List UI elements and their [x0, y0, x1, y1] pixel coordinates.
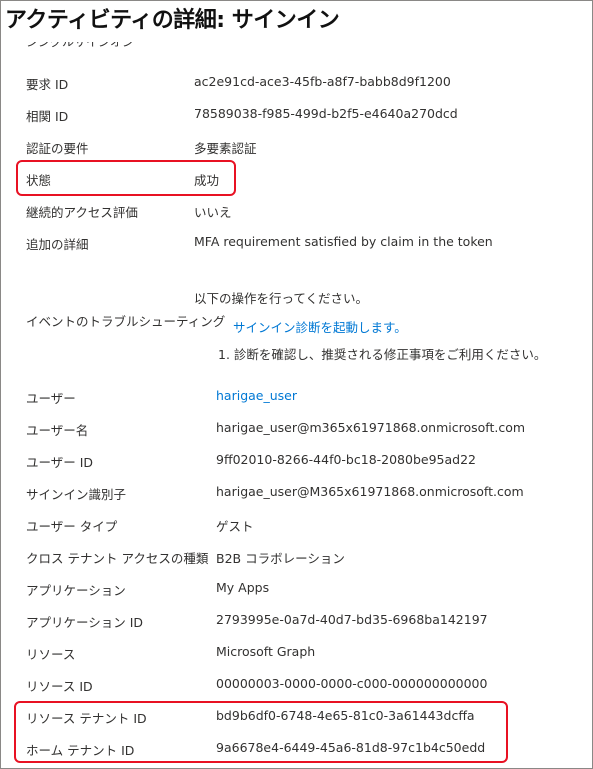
- row-label: リソース ID: [26, 679, 93, 694]
- troubleshooting-step: 1. 診断を確認し、推奨される修正事項をご利用ください。: [218, 347, 547, 362]
- row-value: いいえ: [194, 205, 232, 220]
- row-label: 状態: [26, 173, 52, 188]
- row-label: ホーム テナント ID: [26, 743, 135, 758]
- row-label: ユーザー タイプ: [26, 519, 118, 534]
- row-label: ユーザー ID: [26, 455, 94, 470]
- row-value: 多要素認証: [194, 141, 257, 156]
- user-link[interactable]: harigae_user: [216, 388, 297, 403]
- row-label: 継続的アクセス評価: [26, 205, 138, 220]
- row-label: 要求 ID: [26, 77, 69, 92]
- troubleshooting-section: イベントのトラブルシューティング 以下の操作を行ってください。 サインイン診断を…: [0, 280, 593, 370]
- row-value: Microsoft Graph: [216, 644, 316, 659]
- detail-row-correlation-id: 相関 ID 78589038-f985-499d-b2f5-e4640a270d…: [0, 103, 593, 127]
- row-label: ユーザー: [26, 391, 76, 406]
- detail-row-request-id: 要求 ID ac2e91cd-ace3-45fb-a8f7-babb8d9f12…: [0, 71, 593, 95]
- detail-row-user: ユーザー harigae_user: [0, 385, 593, 409]
- row-label: 認証の要件: [26, 141, 89, 156]
- detail-row-application: アプリケーション My Apps: [0, 577, 593, 601]
- row-value: ゲスト: [216, 519, 254, 534]
- detail-row-cross-tenant-access: クロス テナント アクセスの種類 B2B コラボレーション: [0, 545, 593, 569]
- detail-row-continuous-access: 継続的アクセス評価 いいえ: [0, 199, 593, 223]
- detail-row-status: 状態 成功: [0, 167, 593, 191]
- row-value: bd9b6df0-6748-4e65-81c0-3a61443dcffa: [216, 708, 475, 723]
- row-value: My Apps: [216, 580, 270, 595]
- row-label: 相関 ID: [26, 109, 69, 124]
- row-label: ユーザー名: [26, 423, 89, 438]
- row-label: サインイン識別子: [26, 487, 127, 502]
- detail-row-resource-id: リソース ID 00000003-0000-0000-c000-00000000…: [0, 673, 593, 697]
- detail-row-additional-details: 追加の詳細 MFA requirement satisfied by claim…: [0, 231, 593, 255]
- detail-row-resource: リソース Microsoft Graph: [0, 641, 593, 665]
- row-value: 78589038-f985-499d-b2f5-e4640a270dcd: [194, 106, 458, 121]
- row-label: リソース: [26, 647, 76, 662]
- row-value: 00000003-0000-0000-c000-000000000000: [216, 676, 488, 691]
- detail-row-user-type: ユーザー タイプ ゲスト: [0, 513, 593, 537]
- row-label: リソース テナント ID: [26, 711, 147, 726]
- row-value: B2B コラボレーション: [216, 551, 345, 566]
- row-value: harigae_user@M365x61971868.onmicrosoft.c…: [216, 484, 524, 499]
- detail-row-application-id: アプリケーション ID 2793995e-0a7d-40d7-bd35-6968…: [0, 609, 593, 633]
- launch-signin-diagnostic-link[interactable]: サインイン診断を起動します。: [233, 317, 407, 336]
- row-value: 9a6678e4-6449-45a6-81d8-97c1b4c50edd: [216, 740, 486, 755]
- row-label: アプリケーション: [26, 583, 126, 598]
- row-value: 2793995e-0a7d-40d7-bd35-6968ba142197: [216, 612, 488, 627]
- row-label: 追加の詳細: [26, 237, 89, 252]
- cut-off-row-label: シングルサインオン: [26, 42, 135, 49]
- row-value: ac2e91cd-ace3-45fb-a8f7-babb8d9f1200: [194, 74, 451, 89]
- row-value: 成功: [194, 173, 220, 188]
- row-value: MFA requirement satisfied by claim in th…: [194, 234, 493, 249]
- detail-row-signin-identifier: サインイン識別子 harigae_user@M365x61971868.onmi…: [0, 481, 593, 505]
- detail-row-user-id: ユーザー ID 9ff02010-8266-44f0-bc18-2080be95…: [0, 449, 593, 473]
- troubleshooting-label: イベントのトラブルシューティング: [26, 314, 226, 329]
- troubleshooting-intro: 以下の操作を行ってください。: [194, 291, 369, 306]
- panel-title: アクティビティの詳細: サインイン: [5, 8, 340, 33]
- detail-row-home-tenant-id: ホーム テナント ID 9a6678e4-6449-45a6-81d8-97c1…: [0, 737, 593, 761]
- detail-row-username: ユーザー名 harigae_user@m365x61971868.onmicro…: [0, 417, 593, 441]
- row-label: クロス テナント アクセスの種類: [26, 551, 209, 566]
- row-label: アプリケーション ID: [26, 615, 144, 630]
- row-value: 9ff02010-8266-44f0-bc18-2080be95ad22: [216, 452, 476, 467]
- row-value: harigae_user@m365x61971868.onmicrosoft.c…: [216, 420, 526, 435]
- detail-row-auth-requirement: 認証の要件 多要素認証: [0, 135, 593, 159]
- detail-row-resource-tenant-id: リソース テナント ID bd9b6df0-6748-4e65-81c0-3a6…: [0, 705, 593, 729]
